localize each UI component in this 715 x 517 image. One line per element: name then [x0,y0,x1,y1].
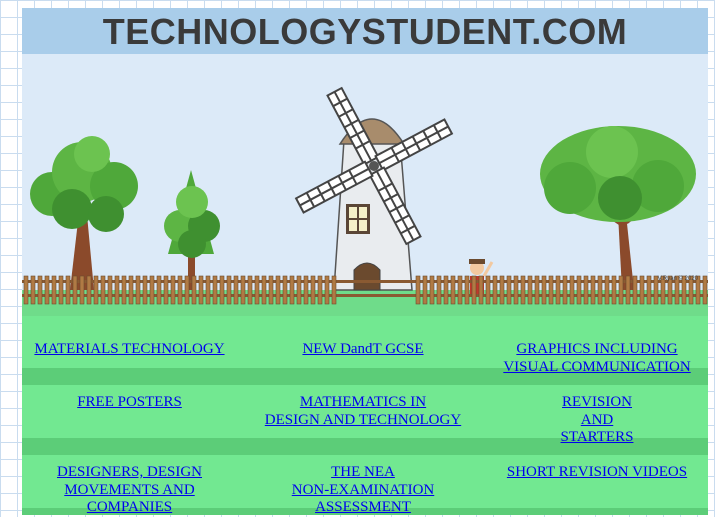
link-text: NEW DandT GCSE [302,341,424,357]
link-text: MATERIALS TECHNOLOGY [34,341,225,357]
link-graphics-visual-communication[interactable]: GRAPHICS INCLUDING VISUAL COMMUNICATION [503,341,690,375]
image-credit: V.Ryan © 2020 [657,276,698,282]
link-text: FREE POSTERS [77,394,182,410]
link-text: COMPANIES [86,499,173,515]
link-text: GRAPHICS INCLUDING [516,341,678,357]
link-text: STARTERS [560,429,634,445]
link-text: DESIGNERS, DESIGN [56,464,202,480]
link-text: MATHEMATICS IN [299,394,427,410]
link-revision-and-starters[interactable]: REVISION AND STARTERS [561,394,634,445]
link-new-dandt-gcse[interactable]: NEW DandT GCSE [302,341,423,357]
link-text: SHORT REVISION VIDEOS [506,464,688,480]
link-text: AND [580,411,614,428]
link-text: VISUAL COMMUNICATION [503,358,691,375]
link-designers-design-movements-companies[interactable]: DESIGNERS, DESIGN MOVEMENTS AND COMPANIES [57,464,202,515]
link-mathematics-in-design-and-technology[interactable]: MATHEMATICS IN DESIGN AND TECHNOLOGY [265,394,461,428]
site-banner[interactable]: TECHNOLOGYSTUDENT.COM V.Ryan © 2020 [22,8,708,316]
link-text: NON-EXAMINATION [291,481,435,498]
link-free-posters[interactable]: FREE POSTERS [77,394,182,410]
link-cell-nea: THE NEA NON-EXAMINATION ASSESSMENT [250,464,476,517]
link-text: DESIGN AND TECHNOLOGY [264,411,462,428]
link-cell-short-revision-videos: SHORT REVISION VIDEOS [492,464,702,482]
link-text: REVISION [562,394,632,410]
link-cell-free-posters: FREE POSTERS [22,394,237,412]
link-nea-non-examination-assessment[interactable]: THE NEA NON-EXAMINATION ASSESSMENT [292,464,434,515]
link-panel: MATERIALS TECHNOLOGY NEW DandT GCSE GRAP… [22,316,708,515]
link-cell-designers: DESIGNERS, DESIGN MOVEMENTS AND COMPANIES [22,464,237,517]
link-cell-mathematics: MATHEMATICS IN DESIGN AND TECHNOLOGY [250,394,476,429]
link-cell-revision: REVISION AND STARTERS [492,394,702,447]
link-text: THE NEA [331,464,395,480]
site-title: TECHNOLOGYSTUDENT.COM [22,8,708,54]
link-text: ASSESSMENT [315,499,411,515]
link-cell-new-dandt-gcse: NEW DandT GCSE [250,341,476,359]
link-cell-materials-technology: MATERIALS TECHNOLOGY [22,341,237,359]
page-frame: TECHNOLOGYSTUDENT.COM V.Ryan © 2020 MATE… [22,8,708,515]
link-text: MOVEMENTS AND [64,481,195,498]
windmill-scene-illustration [22,54,708,316]
link-short-revision-videos[interactable]: SHORT REVISION VIDEOS [507,464,687,480]
link-materials-technology[interactable]: MATERIALS TECHNOLOGY [34,341,224,357]
link-cell-graphics: GRAPHICS INCLUDING VISUAL COMMUNICATION [492,341,702,376]
